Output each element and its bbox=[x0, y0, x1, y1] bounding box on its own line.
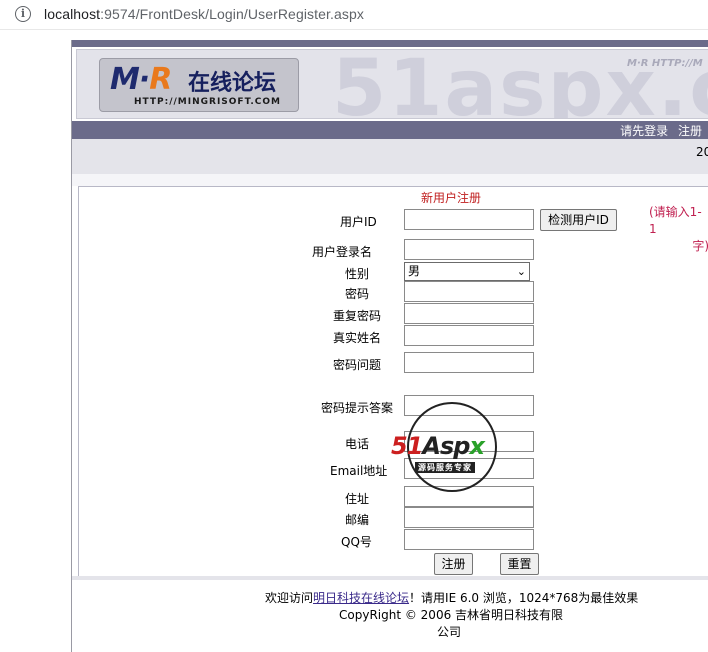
nav-links: 请先登录 注册 bbox=[614, 122, 702, 139]
reset-button[interactable]: 重置 bbox=[500, 553, 539, 575]
footer-welcome: 欢迎访问 bbox=[265, 591, 314, 605]
register-link[interactable]: 注册 bbox=[678, 124, 702, 138]
real-name-input[interactable] bbox=[404, 325, 534, 346]
url-text[interactable]: localhost:9574/FrontDesk/Login/UserRegis… bbox=[44, 6, 364, 22]
label-answer: 密码提示答案 bbox=[321, 401, 394, 415]
label-real-name: 真实姓名 bbox=[333, 331, 382, 345]
postcode-input[interactable] bbox=[404, 507, 534, 528]
user-id-input[interactable] bbox=[404, 209, 534, 230]
hint-line-2: 字) bbox=[692, 239, 708, 253]
login-name-input[interactable] bbox=[404, 239, 534, 260]
info-icon[interactable]: i bbox=[15, 6, 31, 22]
footer-company: 公司 bbox=[437, 625, 462, 639]
date-text: 20 bbox=[696, 145, 708, 159]
label-phone: 电话 bbox=[345, 437, 370, 451]
gender-select[interactable]: 男 ⌄ bbox=[404, 262, 530, 281]
label-password: 密码 bbox=[345, 287, 370, 301]
address-bar[interactable]: i localhost:9574/FrontDesk/Login/UserReg… bbox=[0, 0, 708, 30]
label-user-id: 用户ID bbox=[340, 215, 377, 229]
user-id-hint: (请输入1-1 字) bbox=[649, 204, 708, 255]
form-title: 新用户注册 bbox=[421, 191, 482, 205]
logo-title: 在线论坛 bbox=[188, 71, 277, 96]
nav-bar: 请先登录 注册 bbox=[72, 121, 708, 139]
footer-line-1: 欢迎访问明日科技在线论坛！请用IE 6.0 浏览，1024*768为最佳效果 bbox=[265, 590, 638, 607]
gender-value: 男 bbox=[408, 264, 421, 278]
label-address: 住址 bbox=[345, 492, 370, 506]
watermark-text: 51Aspx bbox=[391, 432, 485, 460]
logo-m: M bbox=[110, 62, 140, 97]
label-email: Email地址 bbox=[330, 464, 388, 478]
logo-mr-mark: M·R bbox=[110, 62, 172, 97]
url-host: localhost bbox=[44, 6, 101, 22]
question-input[interactable] bbox=[404, 352, 534, 373]
watermark-subtitle: 源码服务专家 bbox=[415, 462, 475, 473]
banner-small-text: M·R HTTP://M bbox=[627, 58, 703, 69]
login-link[interactable]: 请先登录 bbox=[620, 124, 668, 138]
site-banner: 51aspx.co M·R HTTP://M M·R 在线论坛 HTTP://M… bbox=[76, 49, 708, 119]
label-question: 密码问题 bbox=[333, 358, 382, 372]
page-frame: 51aspx.co M·R HTTP://M M·R 在线论坛 HTTP://M… bbox=[71, 40, 708, 652]
label-confirm-password: 重复密码 bbox=[333, 309, 382, 323]
footer-copyright: CopyRight © 2006 吉林省明日科技有限 bbox=[339, 608, 564, 622]
watermark-part-2: Asp bbox=[422, 432, 470, 460]
label-gender: 性别 bbox=[345, 267, 370, 281]
chevron-down-icon: ⌄ bbox=[516, 265, 526, 278]
logo-r: R bbox=[149, 62, 172, 97]
confirm-password-input[interactable] bbox=[404, 303, 534, 324]
submit-button[interactable]: 注册 bbox=[434, 553, 473, 575]
address-input[interactable] bbox=[404, 486, 534, 507]
logo-url: HTTP://MINGRISOFT.COM bbox=[134, 97, 281, 107]
forum-link[interactable]: 明日科技在线论坛 bbox=[313, 591, 409, 605]
password-input[interactable] bbox=[404, 281, 534, 302]
label-login-name: 用户登录名 bbox=[312, 245, 373, 259]
label-qq: QQ号 bbox=[341, 535, 372, 549]
qq-input[interactable] bbox=[404, 529, 534, 550]
hint-line-1: (请输入1-1 bbox=[649, 205, 702, 236]
label-postcode: 邮编 bbox=[345, 513, 370, 527]
watermark-part-3: x bbox=[469, 432, 485, 460]
site-logo: M·R 在线论坛 HTTP://MINGRISOFT.COM bbox=[99, 58, 299, 112]
watermark-logo: 51Aspx 源码服务专家 bbox=[391, 402, 497, 492]
footer-browser-note: ！请用IE 6.0 浏览，1024*768为最佳效果 bbox=[409, 591, 639, 605]
footer-line bbox=[72, 576, 708, 580]
register-form: 新用户注册 用户ID 检测用户ID (请输入1-1 字) 用户登录名 性别 男 ⌄ … bbox=[78, 186, 708, 576]
check-user-id-button[interactable]: 检测用户ID bbox=[540, 209, 617, 231]
date-bar: 20 bbox=[72, 139, 708, 174]
separator bbox=[72, 174, 708, 186]
url-path: :9574/FrontDesk/Login/UserRegister.aspx bbox=[100, 6, 364, 22]
top-line bbox=[72, 40, 708, 47]
watermark-part-1: 51 bbox=[391, 432, 423, 460]
